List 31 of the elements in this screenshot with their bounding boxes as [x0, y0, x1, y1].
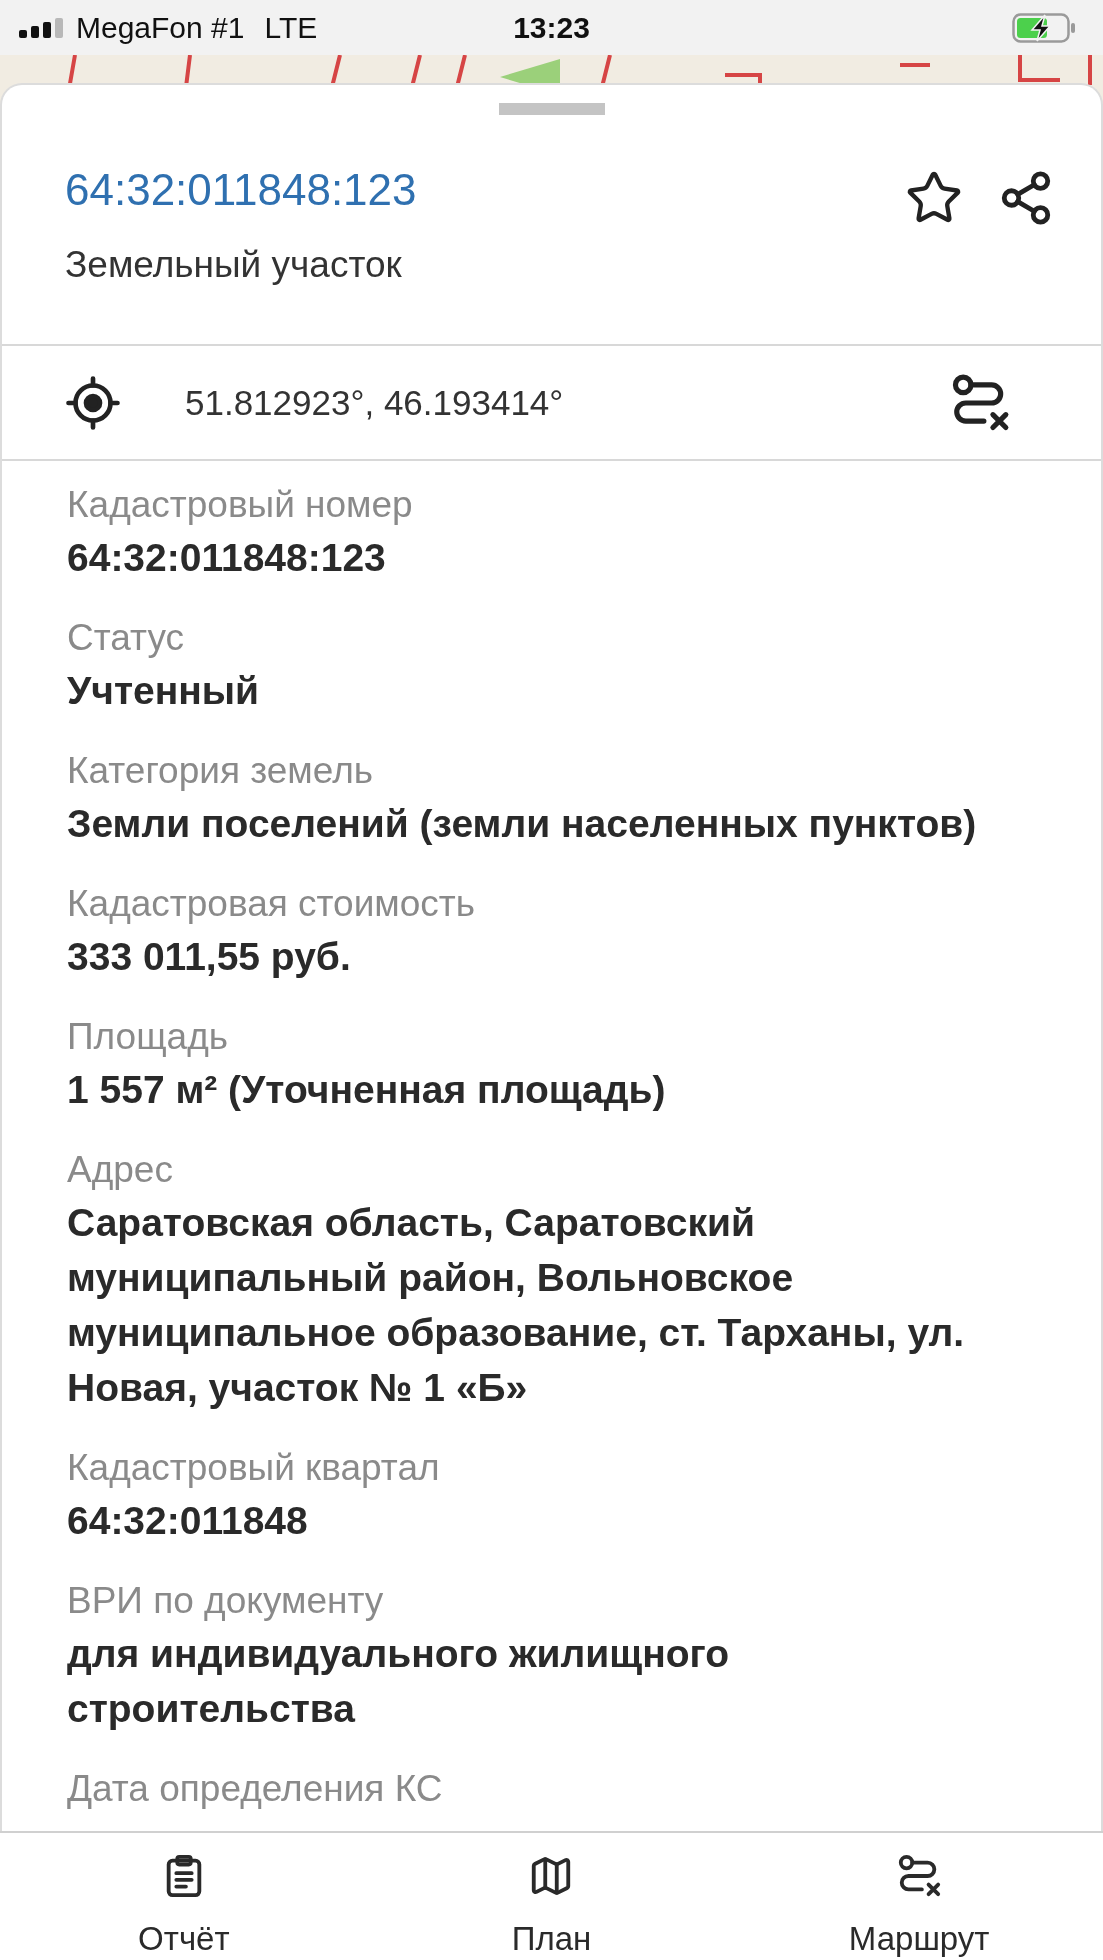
drag-handle[interactable]: [498, 103, 605, 115]
field-label: Адрес: [67, 1148, 174, 1192]
report-tab[interactable]: Отчёт: [0, 1833, 368, 1960]
field-value: 333 011,55 руб.: [67, 934, 352, 980]
field-label: Кадастровый квартал: [67, 1446, 441, 1490]
field-label: Статус: [67, 616, 185, 660]
parcel-number-title: 64:32:011848:123: [65, 164, 417, 216]
field-label: Категория земель: [67, 749, 375, 793]
field-value: Учтенный: [67, 668, 261, 714]
plan-tab[interactable]: План: [367, 1833, 736, 1960]
field-label: Площадь: [67, 1015, 230, 1059]
route-icon: [896, 1853, 943, 1899]
field-label: Дата определения КС: [67, 1767, 444, 1811]
battery-charging-icon: [1012, 12, 1076, 43]
field-value: Земли поселений (земли населенных пунктов): [67, 801, 978, 847]
network-type: LTE: [264, 9, 318, 46]
field-label: ВРИ по документу: [67, 1579, 385, 1623]
route-tab[interactable]: Маршрут: [735, 1833, 1103, 1960]
signal-icon: [19, 17, 65, 38]
field-value: 64:32:011848:123: [67, 535, 387, 581]
field-label: Кадастровый номер: [67, 483, 414, 527]
crosshair-icon: [65, 374, 121, 431]
clock-time: 13:23: [513, 9, 590, 46]
field-value: для индивидуального жилищного строительства: [67, 1631, 731, 1732]
field-value: Саратовская область, Саратовский муниципальный район, Вольновское муниципальное образование, ст. Тарханы, ул. Новая, участок № 1 «Б»: [67, 1200, 966, 1411]
field-label: Кадастровая стоимость: [67, 882, 477, 926]
parcel-type: Земельный участок: [65, 243, 403, 287]
coordinates-text: 51.812923°, 46.193414°: [185, 381, 564, 424]
field-value: 1 557 м² (Уточненная площадь): [67, 1067, 667, 1113]
field-value: 64:32:011848: [67, 1498, 309, 1544]
carrier-name: MegaFon #1: [76, 9, 245, 46]
